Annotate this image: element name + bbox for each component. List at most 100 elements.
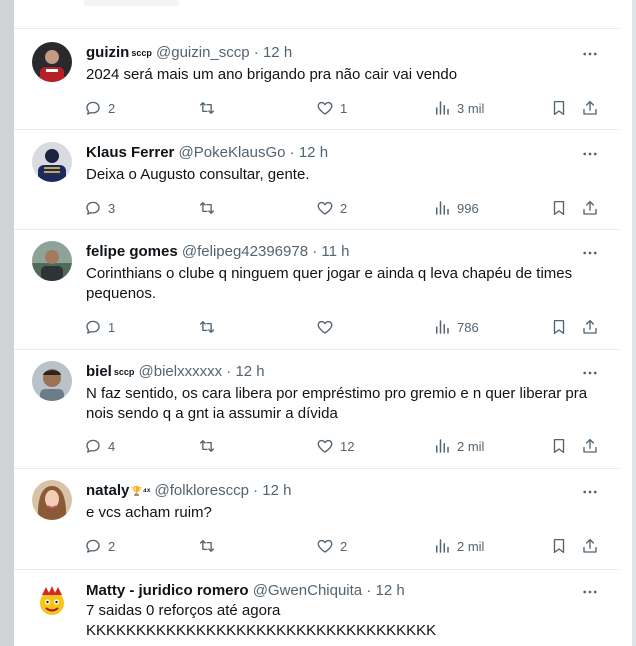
avatar[interactable] [32,142,72,182]
tweet[interactable]: Klaus Ferrer @PokeKlausGo · 12 h Deixa o… [14,130,619,229]
timestamp[interactable]: 12 h [376,582,405,599]
retweet-button[interactable] [198,198,222,218]
more-icon[interactable] [581,45,599,63]
share-icon [583,538,597,553]
tweet-text: e vcs acham ruim? [86,504,212,521]
retweet-button[interactable] [198,536,222,556]
retweet-button[interactable] [198,98,222,118]
view-count: 786 [457,319,479,335]
handle[interactable]: @bielxxxxxx [139,363,223,380]
more-icon[interactable] [581,583,599,601]
bookmark-button[interactable] [550,317,568,337]
views-button[interactable]: 2 mil [433,436,484,456]
tweet-actions: 1 786 [84,317,604,337]
display-name[interactable]: biel [86,363,112,380]
more-icon[interactable] [581,145,599,163]
heart-icon [317,320,333,334]
handle[interactable]: @PokeKlausGo [179,144,286,161]
reply-count: 2 [108,538,116,554]
tweet[interactable]: Matty - juridico romero @GwenChiquita · … [14,570,619,646]
reply-feed: guizin sccp @guizin_sccp · 12 h 2024 será… [14,0,619,646]
share-button[interactable] [581,436,599,456]
reply-icon [86,320,100,334]
more-icon[interactable] [581,244,599,262]
bookmark-button[interactable] [550,98,568,118]
like-button[interactable] [316,317,340,337]
tweet-header: guizin sccp @guizin_sccp · 12 h [86,43,292,63]
reply-button[interactable]: 1 [84,317,115,337]
handle[interactable]: @folkloresccp [155,482,249,499]
like-button[interactable]: 2 [316,198,347,218]
display-name[interactable]: felipe gomes [86,243,178,260]
separator: · [285,144,299,161]
reply-button[interactable]: 3 [84,198,115,218]
reply-button[interactable]: 2 [84,536,115,556]
retweet-button[interactable] [198,317,222,337]
like-button[interactable]: 1 [316,98,347,118]
tweet-header: biel sccp @bielxxxxxx · 12 h [86,362,265,382]
share-button[interactable] [581,536,599,556]
timestamp[interactable]: 11 h [321,243,349,260]
retweet-icon [199,440,215,452]
views-button[interactable]: 996 [433,198,479,218]
bookmark-button[interactable] [550,436,568,456]
display-name[interactable]: guizin [86,44,129,61]
bookmark-icon [553,100,565,116]
display-name[interactable]: Klaus Ferrer [86,144,174,161]
views-button[interactable]: 786 [433,317,479,337]
left-scroll-gutter [0,0,14,646]
tweet-text: Corinthians o clube q ninguem quer jogar… [86,265,573,302]
reply-button[interactable]: 4 [84,436,115,456]
views-icon [436,539,449,553]
display-name[interactable]: Matty - juridico romero [86,582,249,599]
share-icon [583,200,597,215]
tweet-actions: 3 2 996 [84,198,604,218]
timestamp[interactable]: 12 h [235,363,264,380]
handle[interactable]: @felipeg42396978 [182,243,308,260]
more-icon[interactable] [581,483,599,501]
share-button[interactable] [581,317,599,337]
retweet-button[interactable] [198,436,222,456]
tweet[interactable]: nataly 🏆⁴ˣ @folkloresccp · 12 h e vcs ach… [14,469,619,569]
timestamp[interactable]: 12 h [263,44,292,61]
like-count: 1 [340,100,348,116]
reply-button[interactable]: 2 [84,98,115,118]
more-icon[interactable] [581,364,599,382]
avatar[interactable] [32,42,72,82]
views-icon [436,101,449,115]
tweet[interactable]: biel sccp @bielxxxxxx · 12 h N faz sentid… [14,350,619,468]
handle[interactable]: @guizin_sccp [156,44,250,61]
reply-icon [86,539,100,553]
tweet-text: Deixa o Augusto consultar, gente. [86,166,310,183]
share-button[interactable] [581,198,599,218]
bookmark-button[interactable] [550,536,568,556]
like-button[interactable]: 12 [316,436,354,456]
tweet[interactable]: guizin sccp @guizin_sccp · 12 h 2024 será… [14,29,619,129]
share-icon [583,438,597,453]
reply-count: 1 [108,319,116,335]
avatar[interactable] [32,241,72,281]
tweet-text: 7 saidas 0 reforços até agora KKKKKKKKKK… [86,602,437,639]
right-scrollbar[interactable] [632,0,636,646]
avatar[interactable] [32,361,72,401]
views-icon [436,320,449,334]
view-count: 996 [457,200,479,216]
retweet-icon [199,540,215,552]
share-icon [583,319,597,334]
timestamp[interactable]: 12 h [262,482,291,499]
display-name[interactable]: nataly [86,482,129,499]
bookmark-button[interactable] [550,198,568,218]
like-button[interactable]: 2 [316,536,347,556]
timestamp[interactable]: 12 h [299,144,328,161]
handle[interactable]: @GwenChiquita [253,582,362,599]
share-button[interactable] [581,98,599,118]
avatar[interactable] [32,480,72,520]
views-button[interactable]: 2 mil [433,536,484,556]
views-button[interactable]: 3 mil [433,98,484,118]
name-badge: sccp [113,367,135,377]
tweet[interactable]: felipe gomes @felipeg42396978 · 11 h Cor… [14,230,619,349]
heart-icon [317,439,333,453]
separator: · [222,363,236,380]
avatar[interactable] [32,581,72,621]
separator: · [362,582,376,599]
